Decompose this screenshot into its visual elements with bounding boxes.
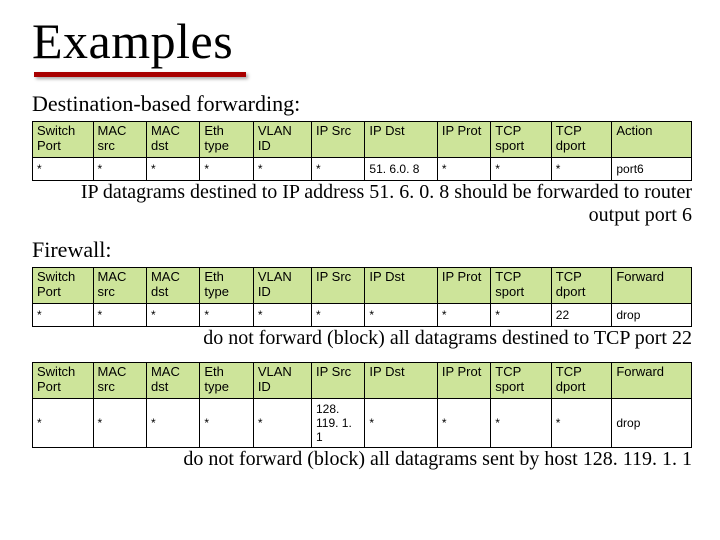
col-tcp-dport: TCP dport	[551, 122, 612, 158]
section-heading-dest: Destination-based forwarding:	[32, 91, 692, 117]
table-row: * * * * * 128. 119. 1. 1 * * * * drop	[33, 399, 692, 448]
section-heading-firewall: Firewall:	[32, 237, 692, 263]
col-mac-src: MAC src	[93, 122, 146, 158]
col-action: Action	[612, 122, 692, 158]
page-title: Examples	[32, 12, 692, 70]
table-row: * * * * * * * * * 22 drop	[33, 304, 692, 327]
table-dest-forwarding: Switch Port MAC src MAC dst Eth type VLA…	[32, 121, 692, 181]
caption-fw2: do not forward (block) all datagrams sen…	[32, 448, 692, 471]
table-header-row: Switch Port MAC src MAC dst Eth type VLA…	[33, 122, 692, 158]
col-ip-dst: IP Dst	[365, 122, 437, 158]
col-tcp-sport: TCP sport	[491, 122, 552, 158]
col-mac-dst: MAC dst	[146, 122, 199, 158]
table-firewall-1: Switch Port MAC src MAC dst Eth type VLA…	[32, 267, 692, 327]
table-header-row: Switch Port MAC src MAC dst Eth type VLA…	[33, 363, 692, 399]
table-header-row: Switch Port MAC src MAC dst Eth type VLA…	[33, 268, 692, 304]
title-underline	[34, 72, 246, 77]
caption-fw1: do not forward (block) all datagrams des…	[32, 327, 692, 350]
table-firewall-2: Switch Port MAC src MAC dst Eth type VLA…	[32, 362, 692, 448]
col-ip-src: IP Src	[311, 122, 364, 158]
col-ip-prot: IP Prot	[437, 122, 490, 158]
col-switch-port: Switch Port	[33, 122, 94, 158]
caption-dest: IP datagrams destined to IP address 51. …	[32, 181, 692, 227]
table-row: * * * * * * 51. 6.0. 8 * * * port6	[33, 158, 692, 181]
col-vlan-id: VLAN ID	[253, 122, 311, 158]
col-eth-type: Eth type	[200, 122, 253, 158]
